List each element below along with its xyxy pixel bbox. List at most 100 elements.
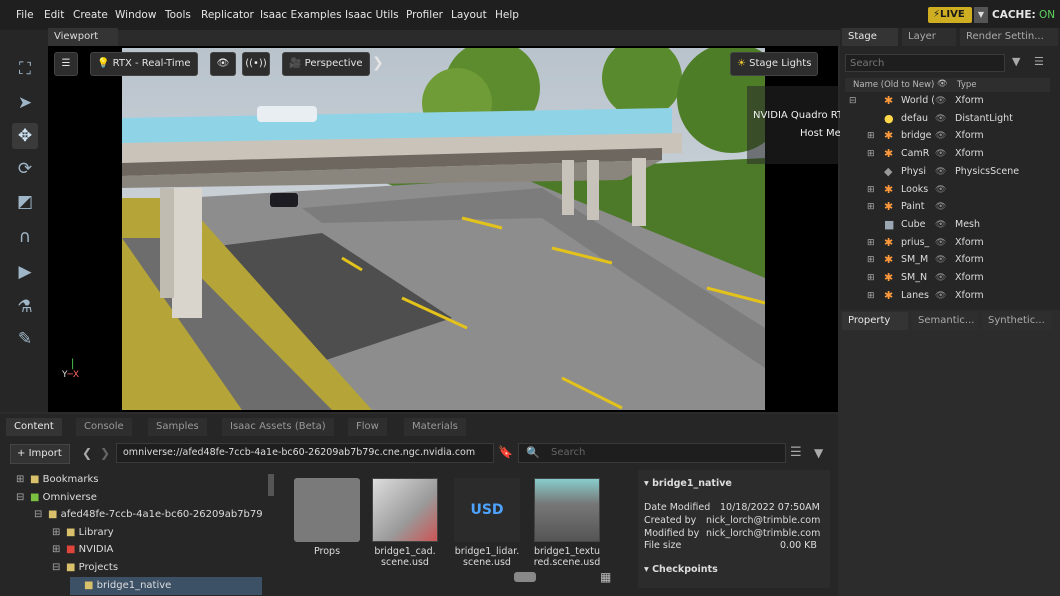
stage-row[interactable]: ⊞ ✱ prius_ 👁 Xform bbox=[845, 234, 1050, 252]
menu-isaac-utils[interactable]: Isaac Utils bbox=[345, 9, 399, 21]
viewport-settings-icon[interactable]: ☰ bbox=[54, 52, 78, 76]
expand-toggle-icon[interactable]: ⊟ bbox=[52, 559, 66, 577]
import-button[interactable]: + Import bbox=[10, 444, 70, 464]
live-dropdown-icon[interactable]: ▼ bbox=[974, 7, 988, 23]
expand-toggle-icon[interactable]: ⊞ bbox=[867, 127, 875, 145]
forward-icon[interactable]: ❯ bbox=[100, 446, 110, 460]
live-button[interactable]: ⚡LIVE bbox=[928, 7, 972, 23]
tree-item[interactable]: ⊞ ■ Bookmarks bbox=[16, 471, 99, 489]
expand-toggle-icon[interactable]: ⊞ bbox=[867, 145, 875, 163]
tab-isaac-assets[interactable]: Isaac Assets (Beta) bbox=[222, 418, 334, 436]
tab-materials[interactable]: Materials bbox=[404, 418, 466, 436]
expand-toggle-icon[interactable]: ⊞ bbox=[867, 287, 875, 305]
expand-toggle-icon[interactable]: ⊞ bbox=[52, 524, 66, 542]
scale-icon[interactable]: ◩ bbox=[12, 189, 38, 215]
menu-edit[interactable]: Edit bbox=[44, 9, 64, 21]
expand-toggle-icon[interactable]: ⊞ bbox=[867, 234, 875, 252]
checkpoints-header[interactable]: ▾ Checkpoints bbox=[644, 564, 718, 575]
file-item[interactable]: Props bbox=[292, 478, 362, 557]
tab-content[interactable]: Content bbox=[6, 418, 62, 436]
select-arrow-icon[interactable]: ➤ bbox=[12, 90, 38, 116]
expand-toggle-icon[interactable]: ⊞ bbox=[867, 181, 875, 199]
visibility-icon[interactable]: 👁 bbox=[935, 92, 946, 110]
menu-window[interactable]: Window bbox=[115, 9, 156, 21]
visibility-icon[interactable]: 👁 bbox=[935, 163, 946, 181]
stage-row[interactable]: ⊞ ✱ Lanes 👁 Xform bbox=[845, 287, 1050, 305]
stage-row[interactable]: ⊞ ✱ Looks 👁 bbox=[845, 181, 1050, 199]
fullscreen-icon[interactable]: ⛶ bbox=[12, 56, 38, 82]
path-field[interactable]: omniverse://afed48fe-7ccb-4a1e-bc60-2620… bbox=[116, 443, 494, 463]
tab-stage[interactable]: Stage bbox=[842, 28, 898, 46]
stage-row[interactable]: ⊞ ✱ bridge 👁 Xform bbox=[845, 127, 1050, 145]
tree-item[interactable]: ■ bridge1_native bbox=[70, 576, 262, 595]
stage-row[interactable]: ⊞ ✱ CamR 👁 Xform bbox=[845, 145, 1050, 163]
eye-icon[interactable]: 👁 bbox=[210, 52, 236, 76]
menu-help[interactable]: Help bbox=[495, 9, 519, 21]
visibility-icon[interactable]: 👁 bbox=[935, 269, 946, 287]
expand-toggle-icon[interactable]: ⊟ bbox=[34, 506, 48, 524]
bookmark-icon[interactable]: 🔖 bbox=[498, 445, 513, 459]
stage-row[interactable]: ⊞ ✱ SM_M 👁 Xform bbox=[845, 251, 1050, 269]
viewport-scene[interactable] bbox=[122, 48, 765, 410]
expand-toggle-icon[interactable]: ⊞ bbox=[867, 251, 875, 269]
menu-profiler[interactable]: Profiler bbox=[406, 9, 443, 21]
play-icon[interactable]: ▶ bbox=[12, 259, 38, 285]
tab-samples[interactable]: Samples bbox=[148, 418, 207, 436]
menu-icon[interactable]: ☰ bbox=[1034, 55, 1044, 68]
filter-icon[interactable]: ▼ bbox=[1012, 55, 1020, 68]
col-name-header[interactable]: Name (Old to New) bbox=[853, 80, 934, 90]
content-filter-icon[interactable]: ▼ bbox=[814, 446, 823, 460]
visibility-icon[interactable]: 👁 bbox=[935, 110, 946, 128]
tab-synthetic[interactable]: Synthetic... bbox=[982, 312, 1052, 330]
col-type-header[interactable]: Type bbox=[957, 80, 977, 90]
render-mode-button[interactable]: 💡 RTX - Real-Time bbox=[90, 52, 198, 76]
visibility-icon[interactable]: 👁 bbox=[935, 127, 946, 145]
visibility-icon[interactable]: 👁 bbox=[935, 216, 946, 234]
expand-toggle-icon[interactable]: ⊞ bbox=[16, 471, 30, 489]
tab-layer[interactable]: Layer bbox=[902, 28, 956, 46]
stage-row[interactable]: ⊞ ✱ Paint 👁 bbox=[845, 198, 1050, 216]
camera-button[interactable]: 🎥 Perspective bbox=[282, 52, 370, 76]
tree-item[interactable]: ⊟ ■ Omniverse bbox=[16, 489, 97, 507]
file-item[interactable]: USD bridge1_lidar. scene.usd bbox=[452, 478, 522, 568]
visibility-icon[interactable]: 👁 bbox=[935, 181, 946, 199]
menu-isaac-examples[interactable]: Isaac Examples bbox=[260, 9, 342, 21]
paint-brush-icon[interactable]: ✎ bbox=[12, 326, 38, 352]
menu-tools[interactable]: Tools bbox=[165, 9, 191, 21]
tab-render-settings[interactable]: Render Settin... bbox=[960, 28, 1058, 46]
visibility-icon[interactable]: 👁 bbox=[935, 198, 946, 216]
grid-view-icon[interactable]: ▦ bbox=[600, 570, 611, 584]
tree-item[interactable]: ⊞ ■ NVIDIA bbox=[52, 541, 113, 559]
tab-semantic[interactable]: Semantic... bbox=[912, 312, 978, 330]
list-view-icon[interactable]: ☰ bbox=[790, 445, 802, 460]
expand-toggle-icon[interactable]: ⊟ bbox=[849, 92, 857, 110]
grid-scrollbar[interactable] bbox=[514, 572, 536, 582]
stage-row[interactable]: ■ Cube 👁 Mesh bbox=[845, 216, 1050, 234]
move-icon[interactable]: ✥ bbox=[12, 123, 38, 149]
expand-toggle-icon[interactable]: ⊞ bbox=[867, 269, 875, 287]
broadcast-icon[interactable]: ((•)) bbox=[242, 52, 270, 76]
tree-scrollbar[interactable] bbox=[268, 474, 274, 496]
tree-item[interactable]: ⊟ ■ afed48fe-7ccb-4a1e-bc60-26209ab7b79 bbox=[34, 506, 263, 524]
menu-layout[interactable]: Layout bbox=[451, 9, 487, 21]
stage-row[interactable]: ⊞ ✱ SM_N 👁 Xform bbox=[845, 269, 1050, 287]
content-search-input[interactable]: Search bbox=[518, 443, 786, 463]
snap-magnet-icon[interactable]: ∩ bbox=[12, 224, 38, 250]
visibility-icon[interactable]: 👁 bbox=[935, 145, 946, 163]
tab-property[interactable]: Property bbox=[842, 312, 908, 330]
back-icon[interactable]: ❮ bbox=[82, 446, 92, 460]
tab-console[interactable]: Console bbox=[76, 418, 132, 436]
details-title[interactable]: ▾ bridge1_native bbox=[644, 478, 732, 489]
lights-button[interactable]: ☀ Stage Lights bbox=[730, 52, 819, 76]
visibility-icon[interactable]: 👁 bbox=[935, 234, 946, 252]
tree-item[interactable]: ⊟ ■ Projects bbox=[52, 559, 118, 577]
stage-search-input[interactable]: Search bbox=[845, 54, 1005, 72]
expand-toggle-icon[interactable]: ⊞ bbox=[867, 198, 875, 216]
viewport-tab[interactable]: Viewport bbox=[48, 28, 118, 46]
menu-create[interactable]: Create bbox=[73, 9, 108, 21]
rotate-icon[interactable]: ⟳ bbox=[12, 156, 38, 182]
visibility-icon[interactable]: 👁 bbox=[935, 251, 946, 269]
expand-toggle-icon[interactable]: ⊞ bbox=[52, 541, 66, 559]
physics-icon[interactable]: ⚗ bbox=[12, 294, 38, 320]
stage-row[interactable]: ⊟ ✱ World (de👁 Xform bbox=[845, 92, 1050, 110]
